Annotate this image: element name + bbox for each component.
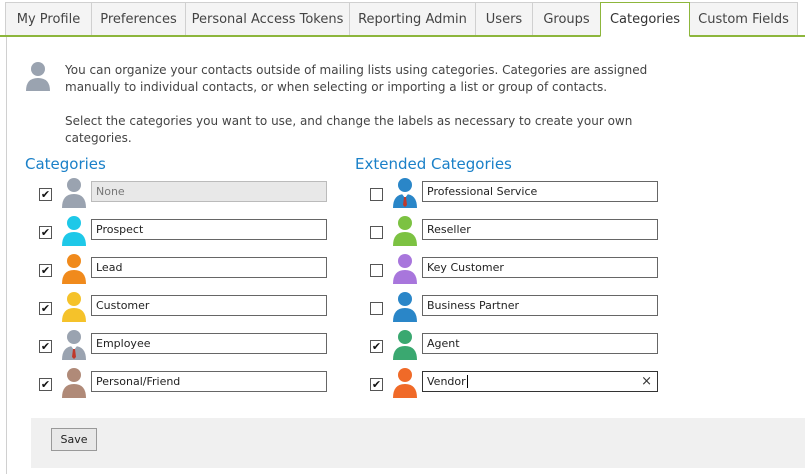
category-label-value: Business Partner [427,299,519,312]
category-checkbox[interactable] [370,226,383,239]
category-checkbox[interactable]: ✔ [39,378,52,391]
intro-paragraph: You can organize your contacts outside o… [65,63,648,94]
intro-paragraph: Select the categories you want to use, a… [65,114,633,145]
tab-label: Users [485,11,523,27]
tab-bar: My Profile Preferences Personal Access T… [0,0,805,37]
category-label-input[interactable]: Key Customer [422,257,658,278]
categories-heading: Categories [25,155,106,173]
tab-label: Preferences [100,11,177,27]
tab-custom-fields[interactable]: Custom Fields [689,2,798,35]
category-checkbox[interactable]: ✔ [370,378,383,391]
category-row: ✔ Customer [39,292,339,329]
person-icon [61,215,87,251]
category-checkbox[interactable]: ✔ [39,188,52,201]
category-row: Professional Service [370,178,670,215]
category-label-value: Professional Service [427,185,538,198]
tab-label: Custom Fields [698,11,789,27]
text-caret [466,375,468,388]
category-row: ✔ Personal/Friend [39,368,339,405]
category-label-value: None [96,185,125,198]
category-row: ✔ Lead [39,254,339,291]
category-row: Key Customer [370,254,670,291]
category-label-input[interactable]: Lead [91,257,327,278]
category-label-input[interactable]: Reseller [422,219,658,240]
category-row: ✔ Prospect [39,216,339,253]
category-checkbox[interactable] [370,302,383,315]
person-icon [26,62,50,91]
tab-users[interactable]: Users [475,2,533,35]
categories-panel: You can organize your contacts outside o… [6,37,805,474]
tab-label: My Profile [16,11,81,27]
category-label-value: Prospect [96,223,144,236]
category-row: Reseller [370,216,670,253]
category-row: ✔ None [39,178,339,215]
tab-my-profile[interactable]: My Profile [5,2,92,35]
category-label-input[interactable]: Professional Service [422,181,658,202]
tab-preferences[interactable]: Preferences [91,2,186,35]
person-icon [61,367,87,403]
person-tie-icon [61,329,87,365]
category-label-input[interactable]: Vendor × [422,371,658,392]
person-icon [61,177,87,213]
person-icon [392,253,418,289]
category-checkbox[interactable]: ✔ [39,264,52,277]
form-footer: Save [31,418,805,468]
person-icon [392,329,418,365]
category-checkbox[interactable]: ✔ [39,226,52,239]
category-label-input[interactable]: Employee [91,333,327,354]
category-row: ✔ Vendor × [370,368,670,405]
category-checkbox[interactable]: ✔ [370,340,383,353]
category-label-input: None [91,181,327,202]
intro-text: You can organize your contacts outside o… [65,62,665,164]
category-label-value: Lead [96,261,123,274]
category-label-input[interactable]: Personal/Friend [91,371,327,392]
person-icon [392,215,418,251]
tab-label: Categories [609,12,681,27]
person-tie-icon [392,177,418,213]
category-row: ✔ Employee [39,330,339,367]
tab-reporting-admin[interactable]: Reporting Admin [349,2,476,35]
category-row: Business Partner [370,292,670,329]
tab-categories[interactable]: Categories [600,2,690,37]
category-label-value: Agent [427,337,460,350]
category-label-input[interactable]: Customer [91,295,327,316]
category-label-value: Employee [96,337,151,350]
category-label-input[interactable]: Business Partner [422,295,658,316]
category-checkbox[interactable] [370,264,383,277]
category-row: ✔ Agent [370,330,670,367]
category-checkbox[interactable]: ✔ [39,302,52,315]
person-icon [392,291,418,327]
save-button[interactable]: Save [51,428,97,451]
category-label-input[interactable]: Agent [422,333,658,354]
category-checkbox[interactable] [370,188,383,201]
category-checkbox[interactable]: ✔ [39,340,52,353]
extended-categories-heading: Extended Categories [355,155,512,173]
person-icon [61,253,87,289]
tab-label: Personal Access Tokens [191,11,344,27]
category-label-value: Key Customer [427,261,504,274]
category-label-value: Vendor [427,375,466,388]
tab-label: Reporting Admin [358,11,467,27]
clear-icon[interactable]: × [641,372,652,391]
person-icon [61,291,87,327]
tab-personal-access-tokens[interactable]: Personal Access Tokens [185,2,350,35]
category-label-value: Reseller [427,223,471,236]
tab-label: Groups [543,11,590,27]
category-label-input[interactable]: Prospect [91,219,327,240]
category-label-value: Customer [96,299,150,312]
person-icon [392,367,418,403]
category-label-value: Personal/Friend [96,375,181,388]
tab-groups[interactable]: Groups [532,2,601,35]
